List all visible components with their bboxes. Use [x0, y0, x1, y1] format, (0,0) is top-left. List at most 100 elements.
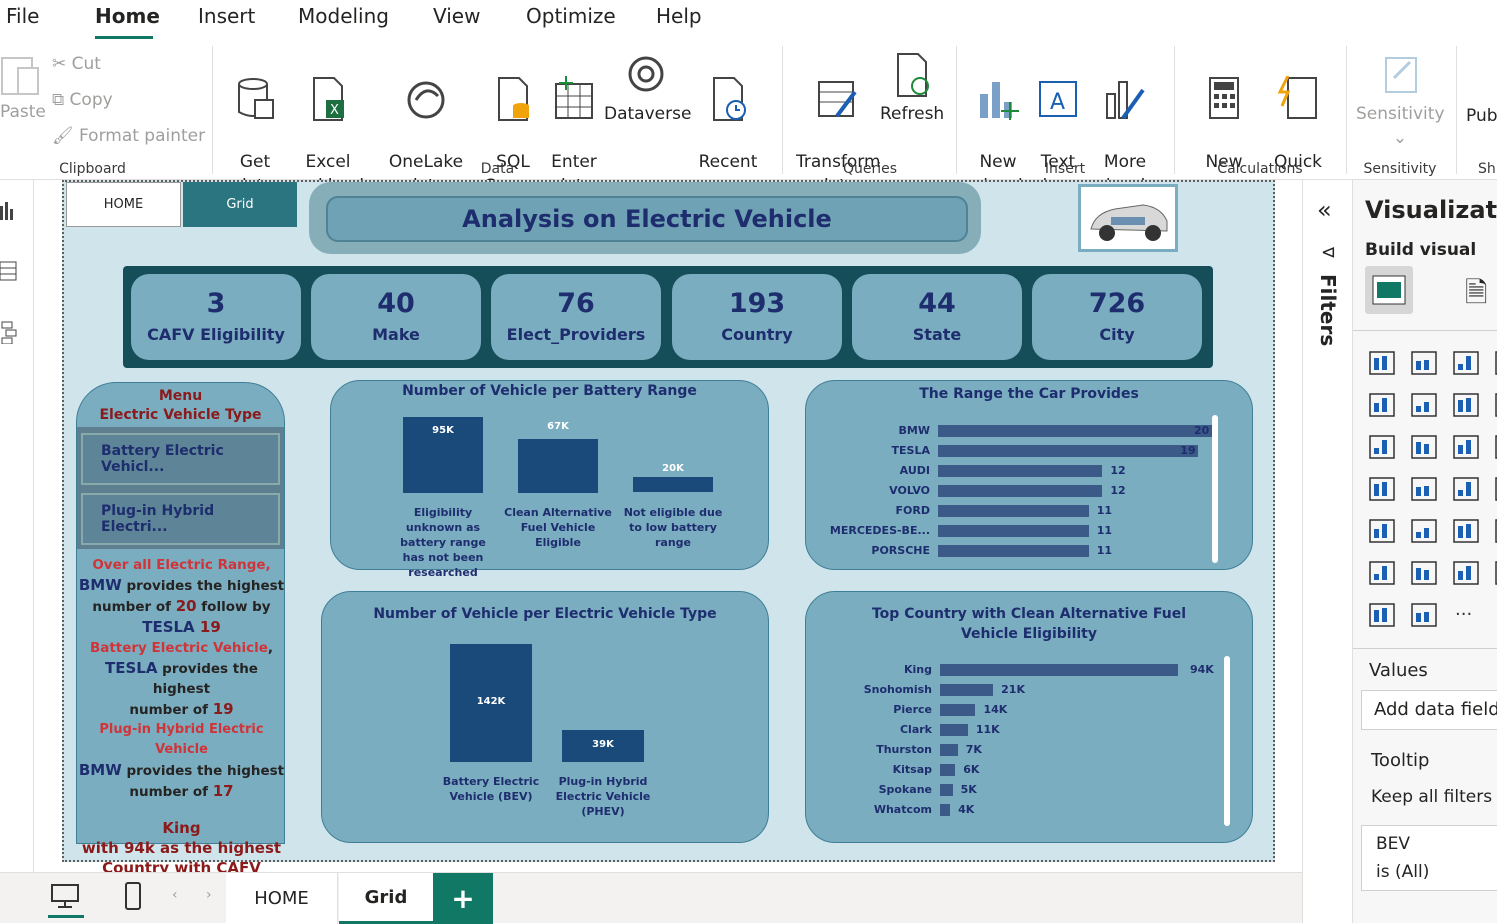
shape-map-icon[interactable]	[1493, 474, 1497, 504]
map-icon[interactable]	[1367, 474, 1397, 504]
collapse-icon[interactable]: «	[1317, 196, 1332, 224]
category-label: PORSCHE	[871, 544, 930, 557]
page-tab-home[interactable]: HOME	[226, 873, 338, 924]
data-label: 20K	[662, 463, 684, 474]
excel-workbook-button[interactable]: X Excel workbook	[286, 52, 370, 198]
filled-map-icon[interactable]	[1409, 474, 1439, 504]
table-view-icon[interactable]	[0, 260, 18, 282]
filter-card-bev[interactable]: BEV is (All)	[1361, 825, 1497, 891]
waterfall-icon[interactable]	[1367, 432, 1397, 462]
tab-modeling[interactable]: Modeling	[298, 4, 389, 28]
chart-bar	[940, 724, 968, 736]
menu-panel: Menu Electric Vehicle Type Battery Elect…	[76, 382, 285, 877]
area-chart-icon[interactable]	[1409, 390, 1439, 420]
grid-nav-button[interactable]: Grid	[183, 182, 297, 227]
category-label: Battery Electric Vehicle (BEV)	[442, 775, 540, 803]
ribbon: Paste ✂ Cut ⧉ Copy 🖌 Format painter Clip…	[0, 40, 1497, 220]
cut-button[interactable]: ✂ Cut	[52, 54, 101, 74]
matrix-icon[interactable]	[1493, 516, 1497, 546]
build-visual-tab[interactable]	[1365, 266, 1413, 314]
top-country-chart[interactable]: Top Country with Clean Alternative Fuel …	[805, 591, 1253, 843]
recent-sources-button[interactable]: Recent sources	[688, 52, 768, 198]
filter-icon[interactable]	[1409, 600, 1439, 630]
sensitivity-button[interactable]: Sensitivity ⌄	[1356, 52, 1445, 150]
tab-insert[interactable]: Insert	[198, 4, 255, 28]
scroll-left-icon[interactable]: ‹	[172, 887, 178, 903]
copy-button[interactable]: ⧉ Copy	[52, 90, 113, 110]
car-range-chart[interactable]: The Range the Car Provides BMW 20 TESLA 19 A…	[805, 380, 1253, 570]
card-icon[interactable]	[1367, 600, 1397, 630]
funnel-icon[interactable]	[1409, 432, 1439, 462]
ev-type-chart[interactable]: Number of Vehicle per Electric Vehicle T…	[321, 591, 769, 843]
slicer-icon[interactable]	[1409, 516, 1439, 546]
stacked-column-icon[interactable]	[1409, 348, 1439, 378]
menu-title: Menu	[158, 388, 203, 404]
ribbon-chart-icon[interactable]	[1493, 390, 1497, 420]
chart-scrollbar[interactable]	[1212, 415, 1218, 563]
tab-view[interactable]: View	[433, 4, 480, 28]
azure-map-icon[interactable]	[1451, 474, 1481, 504]
narrative-line: Over all Electric Range,	[92, 557, 271, 573]
qa-icon[interactable]	[1451, 558, 1481, 588]
data-label: 94K	[1190, 663, 1214, 676]
model-view-icon[interactable]	[0, 320, 18, 344]
battery-range-chart[interactable]: Number of Vehicle per Battery Range 95K E…	[330, 380, 769, 579]
kpi-icon[interactable]	[1367, 516, 1397, 546]
data-label: 12	[1110, 464, 1126, 477]
format-visual-icon[interactable]: 🗎	[1465, 272, 1488, 320]
scatter-icon[interactable]	[1451, 432, 1481, 462]
new-visual-button[interactable]: New visual	[966, 52, 1030, 198]
decomposition-tree-icon[interactable]	[1409, 558, 1439, 588]
tab-help[interactable]: Help	[656, 4, 702, 28]
stacked-bar-icon[interactable]	[1367, 348, 1397, 378]
kpi-card: 40 Make	[311, 274, 481, 360]
kpi-label: CAFV Eligibility	[147, 325, 285, 344]
tab-optimize[interactable]: Optimize	[526, 4, 616, 28]
paste-button[interactable]: Paste	[0, 52, 46, 124]
narrative-line: provides the highest	[152, 661, 258, 697]
slicer-item-phev[interactable]: Plug-in Hybrid Electri...	[81, 493, 280, 545]
chart-scrollbar[interactable]	[1224, 656, 1230, 826]
home-nav-button[interactable]: HOME	[66, 182, 181, 227]
clustered-column-icon[interactable]	[1493, 348, 1497, 378]
narrative-icon[interactable]	[1493, 558, 1497, 588]
kpi-card: 76 Elect_Providers	[491, 274, 661, 360]
format-painter-button[interactable]: 🖌 Format painter	[52, 126, 205, 146]
data-label: 21K	[1001, 683, 1025, 696]
get-data-button[interactable]: Get data	[224, 52, 286, 198]
chart-bar	[938, 525, 1089, 537]
data-label: 11	[1096, 504, 1112, 517]
dataverse-button[interactable]: Dataverse	[604, 52, 691, 126]
narrative-line: number of	[92, 599, 176, 615]
desktop-layout-icon[interactable]	[50, 883, 80, 909]
category-label: Whatcom	[873, 803, 932, 816]
svg-text:X: X	[330, 103, 339, 118]
line-chart-icon[interactable]	[1367, 390, 1397, 420]
scroll-right-icon[interactable]: ›	[206, 887, 212, 903]
tab-file[interactable]: File	[6, 4, 39, 28]
pie-icon[interactable]	[1493, 432, 1497, 462]
report-view-icon[interactable]	[0, 200, 16, 222]
slicer-item-bev[interactable]: Battery Electric Vehicl...	[81, 433, 280, 485]
publish-button[interactable]: Pub	[1466, 104, 1497, 128]
chart-bar	[518, 439, 598, 493]
category-label: Snohomish	[863, 683, 932, 696]
key-influencers-icon[interactable]	[1367, 558, 1397, 588]
cut-icon: ✂	[52, 54, 72, 74]
clustered-bar-icon[interactable]	[1451, 348, 1481, 378]
mobile-layout-icon[interactable]	[124, 881, 142, 911]
recent-sources-icon	[713, 77, 746, 121]
more-icon[interactable]: ···	[1451, 600, 1481, 630]
tab-home[interactable]: Home	[95, 4, 160, 28]
refresh-button[interactable]: Refresh	[880, 52, 944, 126]
filters-pane[interactable]: « ⊲ Filters	[1302, 180, 1352, 923]
kpi-card: 726 City	[1032, 274, 1202, 360]
page-tab-grid[interactable]: Grid	[339, 873, 433, 924]
page-tab-bar: ‹ › HOME Grid +	[0, 872, 1302, 924]
keep-all-filters-label[interactable]: Keep all filters	[1371, 787, 1492, 807]
stacked-area-icon[interactable]	[1451, 390, 1481, 420]
data-label: 67K	[547, 421, 569, 433]
add-page-button[interactable]: +	[433, 873, 493, 924]
add-data-fields-well[interactable]: Add data fields	[1361, 690, 1497, 730]
table-icon[interactable]	[1451, 516, 1481, 546]
